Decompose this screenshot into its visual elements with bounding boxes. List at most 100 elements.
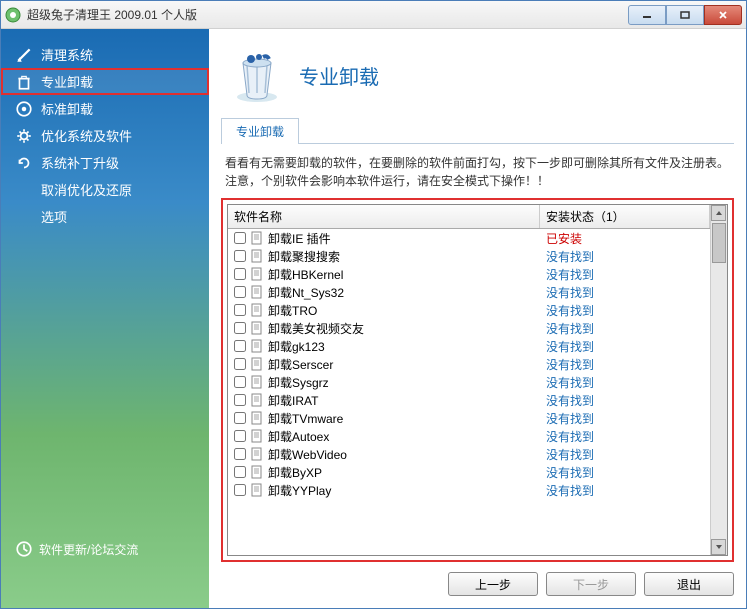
cell-name: 卸载Serscer <box>228 356 540 373</box>
maximize-button[interactable] <box>666 5 704 25</box>
install-status: 没有找到 <box>540 446 710 463</box>
minimize-button[interactable] <box>628 5 666 25</box>
update-icon <box>15 540 33 558</box>
row-checkbox[interactable] <box>234 250 246 262</box>
software-name: 卸载Autoex <box>268 428 329 445</box>
cell-name: 卸载WebVideo <box>228 446 540 463</box>
row-checkbox[interactable] <box>234 430 246 442</box>
app-icon <box>5 7 21 23</box>
table-row[interactable]: 卸载Sysgrz没有找到 <box>228 373 710 391</box>
main-panel: 专业卸载 专业卸载 看看有无需要卸载的软件，在要删除的软件前面打勾，按下一步即可… <box>209 29 746 608</box>
sidebar-item-3[interactable]: 优化系统及软件 <box>1 122 209 149</box>
button-row: 上一步 下一步 退出 <box>221 562 734 596</box>
sidebar-item-label: 取消优化及还原 <box>41 180 132 199</box>
next-button[interactable]: 下一步 <box>546 572 636 596</box>
document-icon <box>250 339 264 353</box>
sidebar-item-1[interactable]: 专业卸载 <box>1 68 209 95</box>
window-title: 超级兔子清理王 2009.01 个人版 <box>27 6 628 23</box>
row-checkbox[interactable] <box>234 466 246 478</box>
row-checkbox[interactable] <box>234 232 246 244</box>
row-checkbox[interactable] <box>234 304 246 316</box>
table-row[interactable]: 卸载Nt_Sys32 没有找到 <box>228 283 710 301</box>
document-icon <box>250 321 264 335</box>
document-icon <box>250 285 264 299</box>
table-row[interactable]: 卸载TRO没有找到 <box>228 301 710 319</box>
instruction-text: 看看有无需要卸载的软件，在要删除的软件前面打勾，按下一步即可删除其所有文件及注册… <box>221 144 734 198</box>
software-name: 卸载IE 插件 <box>268 230 331 247</box>
cell-name: 卸载gk123 <box>228 338 540 355</box>
table-row[interactable]: 卸载WebVideo没有找到 <box>228 445 710 463</box>
row-checkbox[interactable] <box>234 286 246 298</box>
row-checkbox[interactable] <box>234 484 246 496</box>
tab-uninstall[interactable]: 专业卸载 <box>221 118 299 144</box>
install-status: 没有找到 <box>540 284 710 301</box>
sidebar-item-label: 专业卸载 <box>41 72 93 91</box>
document-icon <box>250 429 264 443</box>
document-icon <box>250 375 264 389</box>
row-checkbox[interactable] <box>234 358 246 370</box>
vertical-scrollbar[interactable] <box>710 205 727 555</box>
sidebar-item-4[interactable]: 系统补丁升级 <box>1 149 209 176</box>
table-row[interactable]: 卸载HBKernel没有找到 <box>228 265 710 283</box>
install-status: 没有找到 <box>540 320 710 337</box>
cell-name: 卸载HBKernel <box>228 266 540 283</box>
sidebar-footer-link[interactable]: 软件更新/论坛交流 <box>15 540 138 558</box>
column-install-status[interactable]: 安装状态（1） <box>540 205 710 228</box>
sidebar-item-label: 标准卸载 <box>41 99 93 118</box>
table-row[interactable]: 卸载IRAT没有找到 <box>228 391 710 409</box>
sidebar-item-label: 选项 <box>41 207 67 226</box>
cell-name: 卸载Nt_Sys32 <box>228 284 540 301</box>
document-icon <box>250 357 264 371</box>
table-row[interactable]: 卸载gk123没有找到 <box>228 337 710 355</box>
software-name: 卸载HBKernel <box>268 266 343 283</box>
exit-button[interactable]: 退出 <box>644 572 734 596</box>
column-software-name[interactable]: 软件名称 <box>228 205 540 228</box>
close-button[interactable] <box>704 5 742 25</box>
sidebar-item-label: 优化系统及软件 <box>41 126 132 145</box>
document-icon <box>250 231 264 245</box>
table-row[interactable]: 卸载美女视频交友没有找到 <box>228 319 710 337</box>
row-checkbox[interactable] <box>234 376 246 388</box>
table-row[interactable]: 卸载TVmware没有找到 <box>228 409 710 427</box>
software-name: 卸载IRAT <box>268 392 318 409</box>
cell-name: 卸载TVmware <box>228 410 540 427</box>
table-row[interactable]: 卸载YYPlay没有找到 <box>228 481 710 499</box>
sidebar: 清理系统专业卸载标准卸载优化系统及软件系统补丁升级取消优化及还原选项 软件更新/… <box>1 29 209 608</box>
sidebar-item-5[interactable]: 取消优化及还原 <box>1 176 209 203</box>
sidebar-item-2[interactable]: 标准卸载 <box>1 95 209 122</box>
page-header: 专业卸载 <box>221 39 734 117</box>
row-checkbox[interactable] <box>234 268 246 280</box>
install-status: 没有找到 <box>540 356 710 373</box>
cell-name: 卸载ByXP <box>228 464 540 481</box>
scroll-down-button[interactable] <box>711 539 726 555</box>
row-checkbox[interactable] <box>234 340 246 352</box>
prev-button[interactable]: 上一步 <box>448 572 538 596</box>
sidebar-item-0[interactable]: 清理系统 <box>1 41 209 68</box>
document-icon <box>250 267 264 281</box>
sidebar-item-label: 系统补丁升级 <box>41 153 119 172</box>
scroll-thumb[interactable] <box>712 223 726 263</box>
table-row[interactable]: 卸载Autoex没有找到 <box>228 427 710 445</box>
table-row[interactable]: 卸载Serscer 没有找到 <box>228 355 710 373</box>
cell-name: 卸载TRO <box>228 302 540 319</box>
table-body: 卸载IE 插件已安装卸载聚搜搜索没有找到卸载HBKernel没有找到卸载Nt_S… <box>228 229 710 555</box>
software-name: 卸载gk123 <box>268 338 325 355</box>
software-name: 卸载Serscer <box>268 356 333 373</box>
titlebar: 超级兔子清理王 2009.01 个人版 <box>1 1 746 29</box>
broom-icon <box>15 46 33 64</box>
row-checkbox[interactable] <box>234 394 246 406</box>
document-icon <box>250 411 264 425</box>
software-table: 软件名称 安装状态（1） 卸载IE 插件已安装卸载聚搜搜索没有找到卸载HBKer… <box>227 204 728 556</box>
cell-name: 卸载聚搜搜索 <box>228 248 540 265</box>
document-icon <box>250 249 264 263</box>
scroll-up-button[interactable] <box>711 205 726 221</box>
table-row[interactable]: 卸载IE 插件已安装 <box>228 229 710 247</box>
cell-name: 卸载YYPlay <box>228 482 540 499</box>
row-checkbox[interactable] <box>234 412 246 424</box>
table-row[interactable]: 卸载聚搜搜索没有找到 <box>228 247 710 265</box>
row-checkbox[interactable] <box>234 322 246 334</box>
software-name: 卸载Nt_Sys32 <box>268 284 344 301</box>
sidebar-item-6[interactable]: 选项 <box>1 203 209 230</box>
table-row[interactable]: 卸载ByXP没有找到 <box>228 463 710 481</box>
row-checkbox[interactable] <box>234 448 246 460</box>
